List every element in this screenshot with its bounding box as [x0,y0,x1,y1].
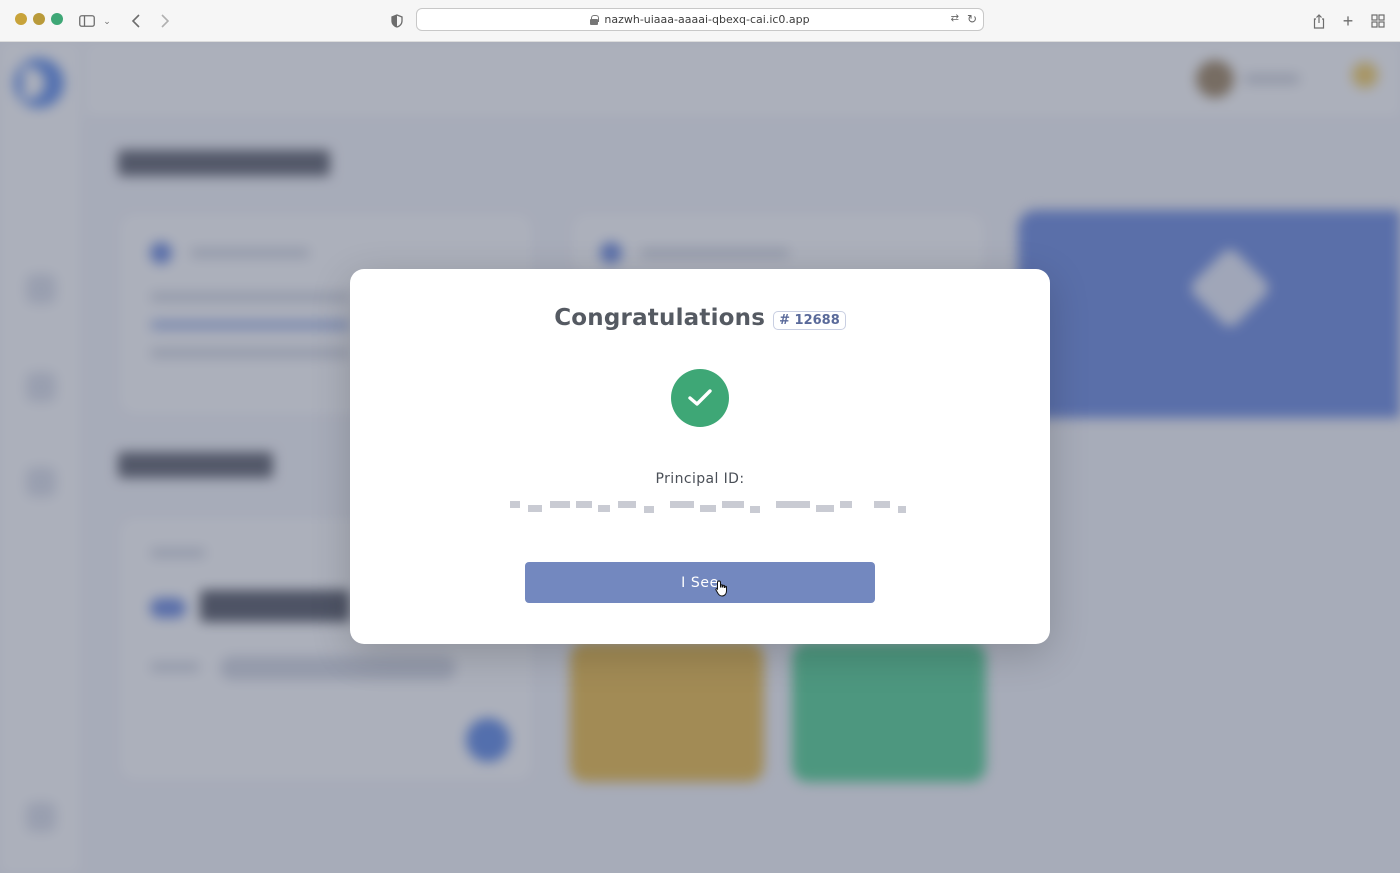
principal-id-label: Principal ID: [655,471,745,487]
id-badge: # 12688 [773,310,846,330]
close-window-button[interactable] [15,13,27,25]
i-see-button[interactable]: I See [525,562,875,603]
chevron-down-icon[interactable]: ⌄ [99,10,115,32]
congratulations-dialog: Congratulations # 12688 Principal ID: I … [350,269,1050,644]
address-bar[interactable]: nazwh-uiaaa-aaaai-qbexq-cai.ic0.app ⇄ ↻ [416,8,984,31]
dialog-title: Congratulations [554,305,766,331]
principal-id-value-redacted [510,495,910,517]
window-controls [15,13,63,25]
new-tab-icon[interactable]: + [1337,10,1359,32]
reload-icon[interactable]: ↻ [967,12,977,26]
tab-overview-icon[interactable] [1367,10,1389,32]
sidebar-toggle-icon[interactable] [77,10,97,32]
shield-icon[interactable] [386,10,408,32]
lock-icon [590,14,600,25]
forward-icon[interactable] [154,10,176,32]
zoom-window-button[interactable] [51,13,63,25]
translate-icon[interactable]: ⇄ [951,13,959,24]
check-icon [671,369,729,427]
browser-toolbar: ⌄ nazwh-uiaaa-aaaai-qbexq-cai.ic0.app ⇄ … [0,0,1400,42]
share-icon[interactable] [1308,10,1330,32]
back-icon[interactable] [125,10,147,32]
minimize-window-button[interactable] [33,13,45,25]
url-text: nazwh-uiaaa-aaaai-qbexq-cai.ic0.app [604,13,810,26]
hand-cursor-icon [715,580,729,602]
dialog-header: Congratulations # 12688 [350,305,1050,331]
